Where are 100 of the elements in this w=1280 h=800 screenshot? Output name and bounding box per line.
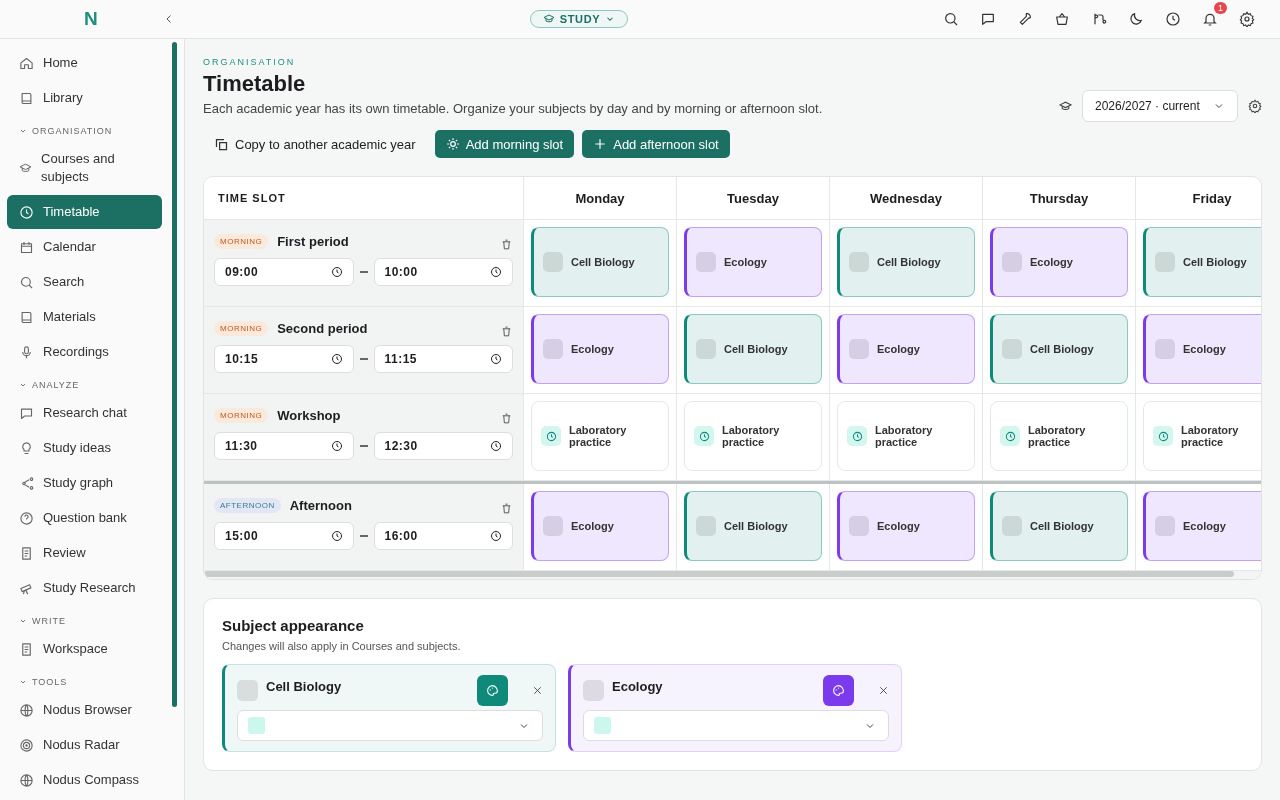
subject-swatch bbox=[1002, 252, 1022, 272]
trash-icon[interactable] bbox=[500, 502, 513, 515]
moon-icon[interactable] bbox=[1128, 11, 1144, 27]
time-field[interactable]: 09:00 bbox=[214, 258, 354, 286]
subject-entry[interactable]: Cell Biology bbox=[837, 227, 975, 297]
wrench-icon[interactable] bbox=[1017, 11, 1033, 27]
subject-swatch bbox=[237, 680, 258, 701]
time-field[interactable]: 16:00 bbox=[373, 522, 513, 550]
time-field[interactable]: 12:30 bbox=[373, 432, 513, 460]
subject-entry[interactable]: Cell Biology bbox=[684, 314, 822, 384]
branch-icon[interactable] bbox=[1091, 11, 1107, 27]
chevron-icon[interactable] bbox=[19, 127, 27, 135]
clock-icon[interactable] bbox=[1165, 11, 1181, 27]
sidebar-item[interactable]: Nodus Radar bbox=[7, 728, 162, 762]
column-header: Thursday bbox=[983, 177, 1136, 219]
trash-icon[interactable] bbox=[500, 325, 513, 338]
subject-entry[interactable]: Ecology bbox=[1143, 314, 1261, 384]
sidebar-item[interactable]: Recordings bbox=[7, 335, 162, 369]
sidebar-item[interactable]: Workspace bbox=[7, 632, 162, 666]
close-icon[interactable] bbox=[878, 685, 889, 696]
trash-icon[interactable] bbox=[500, 238, 513, 251]
globe-icon bbox=[19, 702, 34, 718]
sidebar-item[interactable]: Search bbox=[7, 265, 162, 299]
trash-icon[interactable] bbox=[500, 412, 513, 425]
chevron-icon[interactable] bbox=[19, 617, 27, 625]
mode-dropdown[interactable]: STUDY bbox=[529, 10, 629, 28]
chevron-icon[interactable] bbox=[19, 678, 27, 686]
subject-entry[interactable]: Ecology bbox=[531, 491, 669, 561]
add-slot-button[interactable]: Add morning slot bbox=[434, 130, 575, 158]
clock-icon bbox=[330, 266, 343, 278]
chat-bubble-icon[interactable] bbox=[980, 11, 996, 27]
subject-swatch bbox=[543, 252, 563, 272]
settings-icon[interactable] bbox=[1239, 11, 1255, 27]
color-swatch bbox=[594, 717, 611, 734]
subject-entry[interactable]: Ecology bbox=[531, 314, 669, 384]
subject-entry[interactable]: Cell Biology bbox=[1143, 227, 1261, 297]
subject-swatch bbox=[543, 516, 563, 536]
chevron-icon[interactable] bbox=[19, 381, 27, 389]
book-icon bbox=[19, 309, 34, 325]
subject-entry[interactable]: Cell Biology bbox=[684, 491, 822, 561]
activity-entry[interactable]: Laboratory practice bbox=[684, 401, 822, 471]
activity-entry[interactable]: Laboratory practice bbox=[837, 401, 975, 471]
palette-button[interactable] bbox=[477, 675, 508, 706]
sidebar-item[interactable]: Study graph bbox=[7, 466, 162, 500]
subject-entry[interactable]: Ecology bbox=[837, 491, 975, 561]
clock-icon bbox=[490, 440, 502, 452]
time-field[interactable]: 10:00 bbox=[373, 258, 513, 286]
clock-icon bbox=[490, 530, 502, 542]
sidebar-item[interactable]: Nodus Browser bbox=[7, 693, 162, 727]
time-field[interactable]: 11:30 bbox=[214, 432, 354, 460]
sidebar-item[interactable]: Timetable bbox=[7, 195, 162, 229]
subject-swatch bbox=[849, 516, 869, 536]
sidebar-item[interactable]: Calendar bbox=[7, 230, 162, 264]
sidebar-item[interactable]: Research chat bbox=[7, 396, 162, 430]
palette-icon bbox=[486, 684, 499, 697]
logo: N bbox=[84, 8, 98, 30]
subject-entry[interactable]: Cell Biology bbox=[531, 227, 669, 297]
time-field[interactable]: 11:15 bbox=[373, 345, 513, 373]
activity-entry[interactable]: Laboratory practice bbox=[1143, 401, 1261, 471]
bell-icon[interactable] bbox=[1202, 11, 1218, 27]
color-select[interactable] bbox=[237, 710, 543, 741]
slot-badge: MORNING bbox=[214, 234, 269, 249]
subject-entry[interactable]: Cell Biology bbox=[990, 491, 1128, 561]
sidebar-item[interactable]: Courses and subjects bbox=[7, 142, 162, 194]
sidebar-item[interactable]: Library bbox=[7, 81, 162, 115]
basket-icon[interactable] bbox=[1054, 11, 1070, 27]
subject-entry[interactable]: Ecology bbox=[837, 314, 975, 384]
settings-icon[interactable] bbox=[1248, 99, 1262, 113]
palette-icon bbox=[832, 684, 845, 697]
add-slot-button[interactable]: Add afternoon slot bbox=[582, 130, 730, 158]
column-header: Friday bbox=[1136, 177, 1261, 219]
calendar-icon bbox=[19, 239, 34, 255]
subject-entry[interactable]: Cell Biology bbox=[990, 314, 1128, 384]
sidebar-item[interactable]: Review bbox=[7, 536, 162, 570]
subject-entry[interactable]: Ecology bbox=[1143, 491, 1261, 561]
year-select[interactable]: 2026/2027 · current bbox=[1082, 90, 1238, 122]
subject-entry[interactable]: Ecology bbox=[684, 227, 822, 297]
sidebar-item[interactable]: Study ideas bbox=[7, 431, 162, 465]
plus-icon bbox=[593, 137, 608, 151]
subject-entry[interactable]: Ecology bbox=[990, 227, 1128, 297]
time-field[interactable]: 10:15 bbox=[214, 345, 354, 373]
sidebar-item[interactable]: Materials bbox=[7, 300, 162, 334]
eyebrow-label: ORGANISATION bbox=[203, 57, 297, 67]
subject-swatch bbox=[1155, 516, 1175, 536]
sidebar-item[interactable]: Study Research bbox=[7, 571, 162, 605]
page-title: Timetable bbox=[203, 71, 307, 97]
copy-button[interactable]: Copy to another academic year bbox=[203, 130, 427, 158]
section-label: ORGANISATION bbox=[32, 126, 113, 136]
subject-name: Ecology bbox=[612, 679, 664, 694]
sidebar-item[interactable]: Question bank bbox=[7, 501, 162, 535]
activity-entry[interactable]: Laboratory practice bbox=[990, 401, 1128, 471]
graduation-cap-icon bbox=[542, 13, 555, 25]
sidebar-item[interactable]: Home bbox=[7, 46, 162, 80]
activity-entry[interactable]: Laboratory practice bbox=[531, 401, 669, 471]
color-select[interactable] bbox=[583, 710, 889, 741]
search-icon[interactable] bbox=[943, 11, 959, 27]
palette-button[interactable] bbox=[823, 675, 854, 706]
time-field[interactable]: 15:00 bbox=[214, 522, 354, 550]
sidebar-item[interactable]: Nodus Compass bbox=[7, 763, 162, 797]
close-icon[interactable] bbox=[532, 685, 543, 696]
